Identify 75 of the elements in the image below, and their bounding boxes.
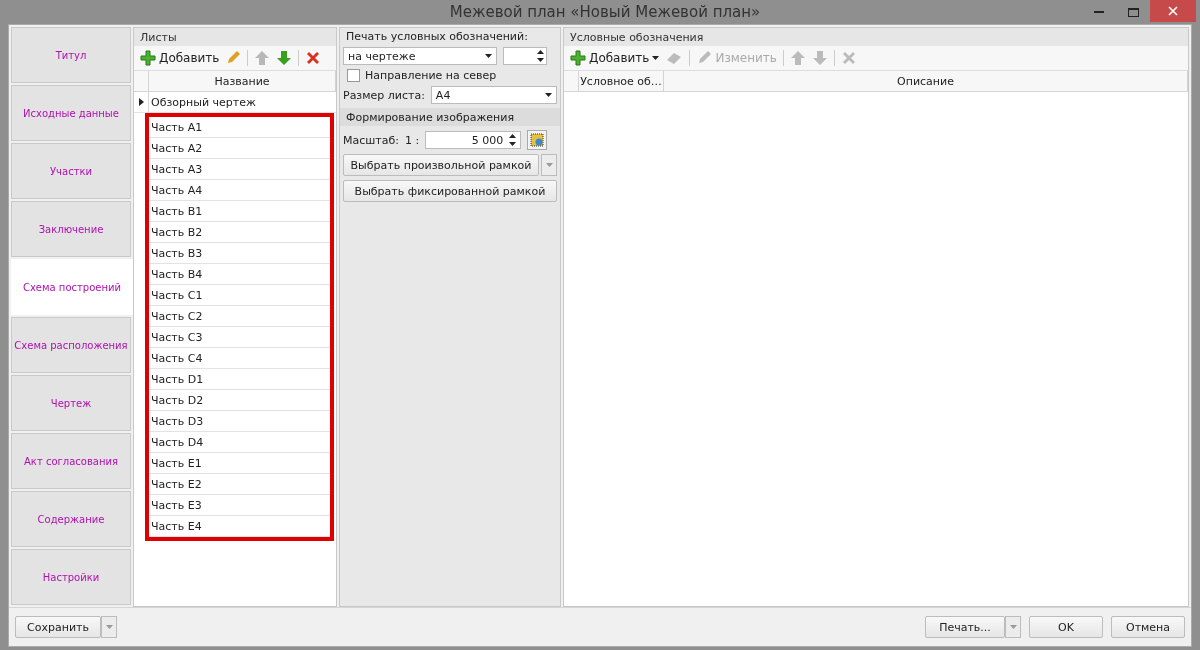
dropdown-caret-button[interactable] [541,154,557,176]
scale-prefix: 1 : [405,133,420,147]
sheet-name[interactable]: Часть B4 [149,264,330,284]
field-label: Размер листа: [343,88,425,102]
pencil-icon[interactable] [225,50,242,66]
sheet-name[interactable]: Часть E4 [149,516,330,536]
down-arrow-icon[interactable] [276,50,293,66]
panel-title: Листы [134,28,336,46]
column-header[interactable]: Описание [664,71,1188,91]
print-button[interactable]: Печать... [925,616,1005,638]
sheet-name[interactable]: Часть A2 [149,138,330,158]
nav-tab[interactable]: Содержание [11,491,131,547]
caret-icon[interactable] [485,54,492,58]
nav-tab[interactable]: Участки [11,143,131,199]
nav-tab[interactable]: Заключение [11,201,131,257]
up-arrow-icon[interactable] [254,50,271,66]
sheet-name[interactable]: Часть A3 [149,159,330,179]
nav-tab[interactable]: Схема расположения [11,317,131,373]
window-title: Межевой план «Новый Межевой план» [448,3,762,21]
north-checkbox[interactable]: Направление на север [343,69,557,82]
sheet-name[interactable]: Часть D4 [149,432,330,452]
sheet-name[interactable]: Часть E1 [149,453,330,473]
caret-icon[interactable] [652,56,660,60]
sheet-name[interactable]: Часть A1 [149,117,330,137]
spin-arrows-icon[interactable] [509,133,517,147]
delete-icon[interactable] [305,50,322,66]
sheet-name[interactable]: Часть D3 [149,411,330,431]
sheet-name[interactable]: Часть B3 [149,243,330,263]
close-icon[interactable] [1168,6,1178,16]
free-frame-button[interactable]: Выбрать произвольной рамкой [343,154,539,176]
sheet-name[interactable]: Часть B2 [149,222,330,242]
nav-tab[interactable]: Титул [11,27,131,83]
sheet-name[interactable]: Часть E3 [149,495,330,515]
eraser-icon[interactable] [665,50,684,66]
sheet-name[interactable]: Часть D1 [149,369,330,389]
fixed-frame-button[interactable]: Выбрать фиксированной рамкой [343,180,557,202]
sheet-name[interactable]: Часть C4 [149,348,330,368]
sheet-name[interactable]: Часть D2 [149,390,330,410]
dropdown-caret-button[interactable] [1005,616,1021,638]
plus-icon [570,50,586,66]
sheet-name[interactable]: Часть C2 [149,306,330,326]
field-label: Масштаб: [343,133,399,147]
maximize-icon[interactable] [1127,7,1139,17]
add-button[interactable]: Добавить [570,50,660,66]
plus-icon [140,50,156,66]
sheet-name[interactable]: Обзорный чертеж [149,92,336,112]
down-arrow-icon[interactable] [811,50,828,66]
save-button[interactable]: Сохранить [15,616,101,638]
scale-field[interactable]: 5 000 [425,131,522,149]
up-arrow-icon[interactable] [789,50,806,66]
caret-icon[interactable] [545,93,552,97]
pencil-icon[interactable] [696,50,713,66]
sheet-name[interactable]: Часть B1 [149,201,330,221]
close-button[interactable] [1150,0,1196,22]
cancel-button[interactable]: Отмена [1111,616,1185,638]
panel-title: Условные обозначения [564,28,1188,46]
sheet-size-dropdown[interactable]: А4 [430,86,557,104]
frame-picture-icon[interactable] [527,130,548,150]
sheet-name[interactable]: Часть C3 [149,327,330,347]
section-title: Формирование изображения [340,108,560,126]
nav-tab[interactable]: Акт согласования [11,433,131,489]
ok-button[interactable]: OK [1029,616,1103,638]
field-label: Печать условных обозначений: [345,30,529,43]
nav-tab[interactable]: Настройки [11,549,131,605]
nav-tab[interactable]: Исходные данные [11,85,131,141]
spin-arrows-icon[interactable] [537,49,544,63]
dropdown-caret-button[interactable] [101,616,117,638]
sheet-name[interactable]: Часть C1 [149,285,330,305]
column-header[interactable]: Условное об… [579,71,664,91]
nav-tab[interactable]: Схема построений [11,259,133,315]
spin-field[interactable] [503,47,547,65]
sheet-name[interactable]: Часть A4 [149,180,330,200]
nav-tab[interactable]: Чертеж [11,375,131,431]
sheet-name[interactable]: Часть E2 [149,474,330,494]
legend-print-dropdown[interactable]: на чертеже [343,47,497,65]
